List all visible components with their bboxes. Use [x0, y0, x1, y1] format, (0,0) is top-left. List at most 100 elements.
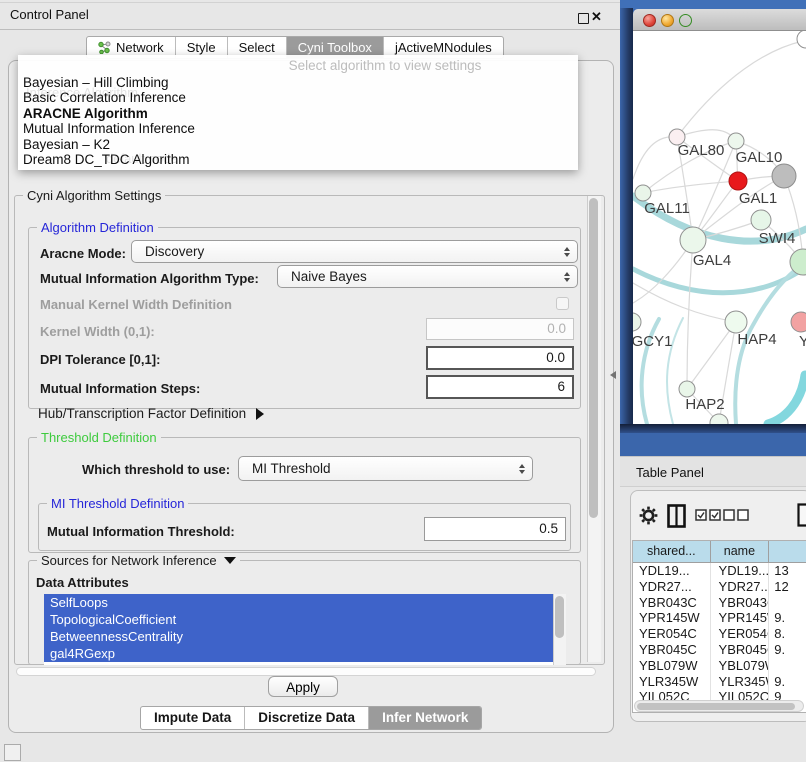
network-desktop: GAL80GAL10GAL1GAL11SWI4GAL4GCY1HAP4YHAP2	[620, 0, 806, 456]
table-cell: YBL079W	[711, 658, 770, 674]
mi-steps-field[interactable]: 6	[426, 375, 574, 399]
aracne-mode-label: Aracne Mode:	[40, 246, 126, 261]
sources-title[interactable]: Sources for Network Inference	[37, 553, 240, 568]
kernel-width-field: 0.0	[426, 318, 574, 340]
mi-algorithm-type-select[interactable]: Naive Bayes	[277, 265, 578, 288]
which-threshold-select[interactable]: MI Threshold	[238, 456, 533, 481]
pane-resize-cursor-icon	[610, 371, 616, 379]
table-cell: YER054C	[633, 626, 711, 642]
table-row[interactable]: YBR043CYBR043C	[633, 595, 806, 611]
table-row[interactable]: YLR345WYLR345W9.	[633, 674, 806, 690]
algorithm-option-mutual-information-inference[interactable]: Mutual Information Inference	[23, 121, 574, 136]
column-header-name[interactable]: name	[711, 541, 770, 562]
algorithm-select-placeholder: Select algorithm to view settings	[188, 58, 582, 73]
column-header-shared[interactable]: shared...	[633, 541, 711, 562]
network-node-gal4[interactable]	[680, 227, 706, 253]
table-row[interactable]: YPR145WYPR145W9.	[633, 610, 806, 626]
close-icon[interactable]: ✕	[591, 9, 602, 25]
table-cell: YDR27...	[633, 579, 711, 595]
network-node-y[interactable]	[791, 312, 806, 332]
bottom-tab-infer-network[interactable]: Infer Network	[369, 707, 481, 729]
mi-threshold-definition-title: MI Threshold Definition	[47, 496, 188, 511]
table-cell: YLR345W	[633, 674, 711, 690]
network-node-gal10[interactable]	[728, 133, 744, 149]
algorithm-option-bayesian-hill-climbing[interactable]: Bayesian – Hill Climbing	[23, 75, 574, 90]
algorithm-option-dream8-dc-tdc-algorithm[interactable]: Dream8 DC_TDC Algorithm	[23, 152, 574, 167]
settings-scrollbar-thumb[interactable]	[589, 198, 598, 518]
manual-kernel-width-checkbox[interactable]	[556, 297, 569, 310]
aracne-mode-value: Discovery	[145, 244, 204, 259]
close-traffic-light-icon[interactable]	[643, 14, 656, 27]
data-attributes-list[interactable]: SelfLoopsTopologicalCoefficientBetweenne…	[44, 594, 553, 665]
table-scrollbar-thumb[interactable]	[637, 703, 795, 710]
table-row[interactable]: YDR27...YDR27...12	[633, 579, 806, 595]
table-row[interactable]: YER054CYER054C8.	[633, 626, 806, 642]
settings-horizontal-scrollbar[interactable]	[16, 667, 596, 676]
network-edge	[643, 181, 738, 193]
table-cell: YBR045C	[633, 642, 711, 658]
float-window-icon[interactable]	[578, 13, 589, 24]
algorithm-select-popup: Inference Algorithmdefault node Select a…	[18, 55, 578, 170]
data-attributes-label: Data Attributes	[36, 575, 129, 590]
kernel-width-value: 0.0	[547, 321, 566, 336]
network-node-label: GCY1	[633, 333, 672, 350]
network-node-hap4[interactable]	[725, 311, 747, 333]
table-cell: YBR043C	[633, 595, 711, 611]
network-node-gal11[interactable]	[635, 185, 651, 201]
algorithm-option-basic-correlation-inference[interactable]: Basic Correlation Inference	[23, 90, 574, 105]
table-panel-titlebar: Table Panel	[620, 456, 806, 487]
tab-label: Network	[116, 40, 164, 55]
document-icon[interactable]	[797, 503, 806, 527]
network-canvas[interactable]: GAL80GAL10GAL1GAL11SWI4GAL4GCY1HAP4YHAP2	[633, 31, 806, 424]
table-cell: YPR145W	[711, 610, 770, 626]
network-node-label: HAP2	[685, 396, 724, 413]
attributes-scrollbar[interactable]	[553, 594, 566, 665]
table-horizontal-scrollbar[interactable]	[634, 700, 804, 712]
apply-button[interactable]: Apply	[268, 676, 338, 697]
zoom-traffic-light-icon[interactable]	[679, 14, 692, 27]
bottom-tab-impute-data[interactable]: Impute Data	[141, 707, 245, 729]
bottom-tab-discretize-data[interactable]: Discretize Data	[245, 707, 369, 729]
network-node-gal1[interactable]	[729, 172, 747, 190]
network-window[interactable]: GAL80GAL10GAL1GAL11SWI4GAL4GCY1HAP4YHAP2	[633, 9, 806, 424]
network-edge	[768, 375, 805, 424]
node-table[interactable]: shared...name YDL19...YDL19...13YDR27...…	[632, 540, 806, 713]
table-cell: 9.	[769, 674, 806, 690]
split-columns-icon[interactable]	[667, 504, 686, 528]
table-row[interactable]: YDL19...YDL19...13	[633, 563, 806, 579]
network-node-gcy1[interactable]	[633, 313, 641, 331]
network-frame-shadow-bottom	[620, 424, 806, 433]
aracne-mode-select[interactable]: Discovery	[131, 240, 578, 263]
attribute-item-selfloops[interactable]: SelfLoops	[44, 594, 553, 611]
attribute-item-betweennesscentrality[interactable]: BetweennessCentrality	[44, 628, 553, 645]
network-window-titlebar[interactable]	[633, 9, 806, 31]
network-node[interactable]	[797, 31, 806, 48]
network-node-label: GAL80	[678, 142, 725, 159]
minimize-traffic-light-icon[interactable]	[661, 14, 674, 27]
network-node-hap2[interactable]	[679, 381, 695, 397]
attribute-item-topologicalcoefficient[interactable]: TopologicalCoefficient	[44, 611, 553, 628]
unchecked-pair-icon[interactable]	[723, 509, 758, 521]
table-row[interactable]: YBR045CYBR045C9.	[633, 642, 806, 658]
network-edge	[633, 267, 806, 293]
network-node[interactable]	[772, 164, 796, 188]
control-panel-title: Control Panel	[10, 7, 89, 22]
gear-icon[interactable]	[639, 506, 658, 525]
algorithm-popup-list: Bayesian – Hill ClimbingBasic Correlatio…	[23, 75, 574, 167]
corner-grip	[4, 744, 21, 761]
stepper-icon	[564, 272, 570, 282]
network-node-swi4[interactable]	[751, 210, 771, 230]
algorithm-option-aracne-algorithm[interactable]: ARACNE Algorithm	[23, 106, 574, 121]
settings-vertical-scrollbar[interactable]	[587, 196, 601, 662]
stepper-icon	[564, 247, 570, 257]
mi-threshold-field[interactable]: 0.5	[424, 517, 566, 541]
column-header-col3[interactable]	[769, 541, 806, 562]
attributes-scrollbar-thumb[interactable]	[555, 596, 564, 638]
attribute-item-gal4rgexp[interactable]: gal4RGexp	[44, 645, 553, 662]
dpi-tolerance-field[interactable]: 0.0	[426, 346, 574, 370]
table-row[interactable]: YBL079WYBL079W	[633, 658, 806, 674]
hub-definition-expander[interactable]: Hub/Transcription Factor Definition	[38, 406, 264, 421]
kernel-width-label: Kernel Width (0,1):	[40, 324, 155, 339]
table-cell: 8.	[769, 626, 806, 642]
algorithm-option-bayesian-k2[interactable]: Bayesian – K2	[23, 137, 574, 152]
